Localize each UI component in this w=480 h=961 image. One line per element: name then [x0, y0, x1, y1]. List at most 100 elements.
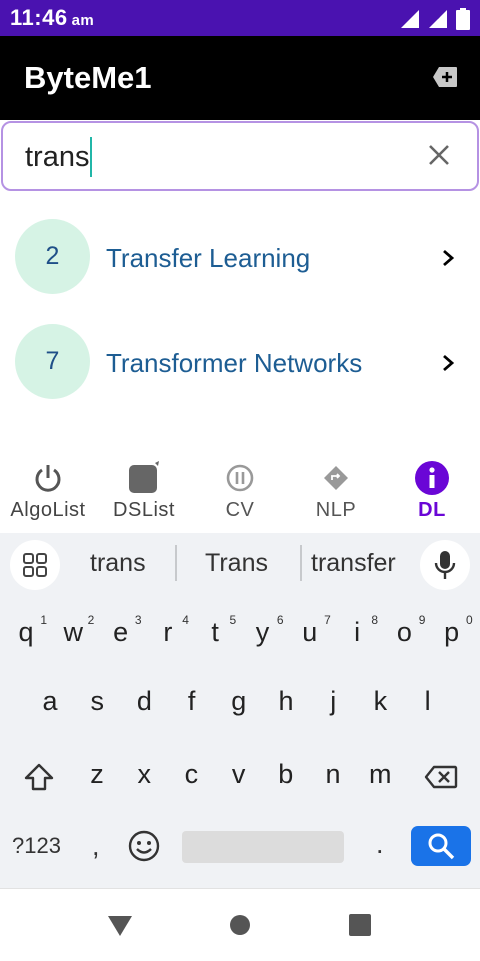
keyboard-menu-button[interactable] — [10, 540, 60, 590]
home-button[interactable] — [229, 914, 251, 936]
key-label: u — [302, 617, 318, 647]
key-i[interactable]: i8 — [334, 613, 380, 648]
search-input[interactable]: trans — [25, 137, 93, 177]
key-a[interactable]: a — [27, 686, 73, 717]
app-bar: ByteMe1 — [0, 36, 480, 120]
recents-button[interactable] — [349, 914, 371, 936]
chevron-right-icon — [443, 249, 455, 267]
key-t[interactable]: t5 — [192, 613, 238, 648]
key-l[interactable]: l — [405, 686, 451, 717]
grid-icon — [23, 553, 47, 577]
diamond-icon — [324, 466, 348, 490]
key-hint: 3 — [134, 613, 142, 627]
search-icon — [428, 833, 455, 860]
battery-icon — [456, 8, 470, 30]
key-r[interactable]: r4 — [145, 613, 191, 648]
key-h[interactable]: h — [263, 686, 309, 717]
key-d[interactable]: d — [121, 686, 167, 717]
key-y[interactable]: y6 — [240, 613, 286, 648]
signal-icon — [401, 10, 419, 28]
key-n[interactable]: n — [310, 759, 356, 790]
key-b[interactable]: b — [263, 759, 309, 790]
key-w[interactable]: w2 — [50, 613, 96, 648]
list-item[interactable]: 7 Transformer Networks — [0, 311, 480, 415]
key-label: v — [231, 759, 246, 789]
result-number-badge: 2 — [15, 219, 90, 294]
status-bar: 11:46 am — [0, 0, 480, 36]
key-z[interactable]: z — [74, 759, 120, 790]
nav-item-dslist[interactable]: DSList — [96, 458, 192, 522]
key-label: g — [231, 686, 247, 716]
list-item[interactable]: 2 Transfer Learning — [0, 206, 480, 310]
key-g[interactable]: g — [216, 686, 262, 717]
key-x[interactable]: x — [121, 759, 167, 790]
shift-icon — [24, 763, 54, 791]
key-k[interactable]: k — [357, 686, 403, 717]
key-label: e — [113, 617, 129, 647]
search-input-value: trans — [25, 140, 90, 173]
key-s[interactable]: s — [74, 686, 120, 717]
status-time: 11:46 am — [10, 5, 94, 31]
key-f[interactable]: f — [169, 686, 215, 717]
nav-item-cv[interactable]: CV — [192, 458, 288, 522]
search-key[interactable] — [411, 826, 471, 866]
space-key[interactable] — [182, 831, 344, 863]
key-label: n — [325, 759, 341, 789]
key-hint: 9 — [418, 613, 426, 627]
key-label: x — [137, 759, 151, 789]
symbols-key[interactable]: ?123 — [12, 833, 61, 859]
emoji-key[interactable] — [128, 830, 160, 867]
nav-label: AlgoList — [10, 499, 86, 521]
key-hint: 8 — [371, 613, 379, 627]
result-number-badge: 7 — [15, 324, 90, 399]
key-label: k — [373, 686, 388, 716]
power-icon — [35, 465, 61, 492]
key-m[interactable]: m — [357, 759, 403, 790]
system-navigation-bar — [0, 888, 480, 961]
key-label: o — [396, 617, 412, 647]
suggestion-divider — [175, 545, 177, 581]
clear-search-button[interactable] — [427, 143, 451, 172]
result-title: Transformer Networks — [106, 348, 363, 378]
back-button[interactable] — [107, 915, 133, 937]
nav-item-nlp[interactable]: NLP — [288, 458, 384, 522]
key-hint: 6 — [276, 613, 284, 627]
key-label: j — [330, 686, 337, 716]
chevron-right-icon — [443, 354, 455, 372]
suggestion-word[interactable]: Trans — [205, 549, 268, 578]
key-label: f — [187, 686, 196, 716]
nav-item-algolist[interactable]: AlgoList — [0, 458, 96, 522]
key-v[interactable]: v — [216, 759, 262, 790]
text-caret — [90, 137, 93, 177]
period-key[interactable]: . — [376, 829, 384, 860]
info-icon — [415, 461, 449, 495]
backspace-icon — [424, 765, 458, 789]
suggestion-word[interactable]: transfer — [311, 549, 396, 578]
shift-key[interactable] — [24, 763, 54, 796]
key-e[interactable]: e3 — [98, 613, 144, 648]
key-label: s — [90, 686, 104, 716]
search-box[interactable]: trans — [1, 121, 479, 191]
nav-label: DSList — [113, 499, 175, 521]
close-icon — [429, 145, 449, 165]
key-hint: 7 — [324, 613, 331, 627]
nav-label: DL — [418, 499, 446, 521]
suggestion-word[interactable]: trans — [90, 549, 146, 578]
key-label: p — [444, 617, 460, 647]
key-label: a — [42, 686, 58, 716]
add-tab-button[interactable] — [432, 66, 458, 93]
key-o[interactable]: o9 — [381, 613, 427, 648]
app-title: ByteMe1 — [24, 60, 152, 95]
nav-item-dl[interactable]: DL — [384, 458, 480, 522]
voice-input-button[interactable] — [420, 540, 470, 590]
comma-key[interactable]: , — [92, 831, 100, 862]
backspace-key[interactable] — [424, 765, 458, 794]
key-hint: 2 — [87, 613, 95, 627]
key-label: w — [63, 617, 84, 647]
key-q[interactable]: q1 — [3, 613, 49, 648]
key-p[interactable]: p0 — [429, 613, 475, 648]
key-j[interactable]: j — [310, 686, 356, 717]
key-c[interactable]: c — [168, 759, 214, 790]
key-u[interactable]: u7 — [287, 613, 333, 648]
suggestion-bar: trans Trans transfer — [0, 533, 480, 593]
